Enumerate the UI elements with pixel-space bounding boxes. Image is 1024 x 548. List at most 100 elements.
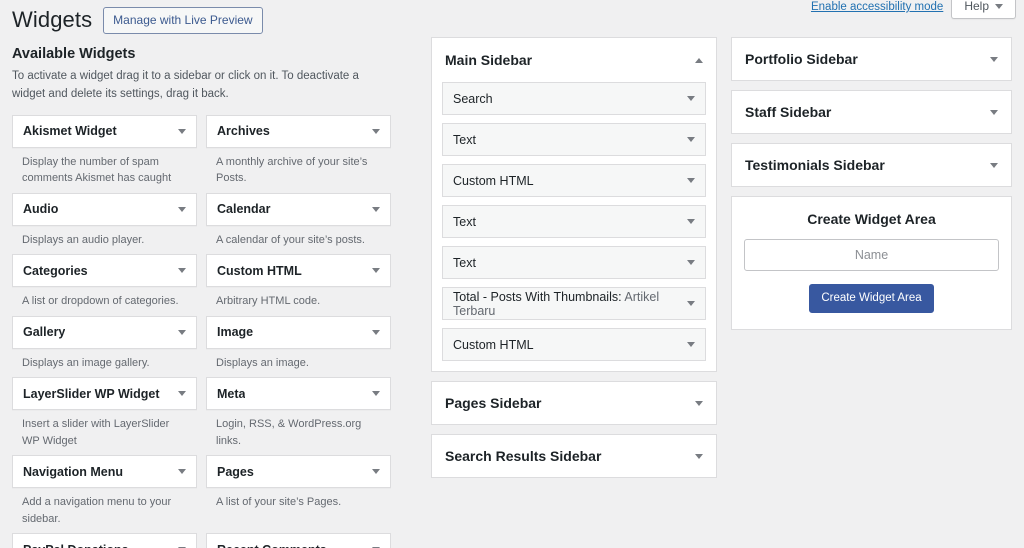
available-widget-cell: Calendar A calendar of your site’s posts. — [206, 192, 391, 249]
sidebar-widget-label: Text — [453, 133, 476, 147]
available-widget-box[interactable]: Custom HTML — [206, 254, 391, 288]
sidebar-panel-title: Staff Sidebar — [745, 104, 832, 120]
available-widget-name: Akismet Widget — [23, 124, 117, 139]
available-widget-name: Navigation Menu — [23, 464, 124, 479]
chevron-down-icon[interactable] — [372, 128, 380, 134]
sidebar-widget-row[interactable]: Custom HTML — [442, 328, 706, 361]
available-widget-box[interactable]: PayPal Donations — [12, 533, 197, 548]
chevron-down-icon[interactable] — [178, 469, 186, 475]
chevron-down-icon[interactable] — [178, 391, 186, 397]
sidebar-panel-header[interactable]: Testimonials Sidebar — [732, 144, 1011, 186]
available-widget-box[interactable]: Calendar — [206, 192, 391, 226]
sidebar-widget-title: Custom HTML — [453, 173, 534, 188]
available-widget-cell: Custom HTML Arbitrary HTML code. — [206, 254, 391, 310]
widget-area-name-input[interactable] — [744, 239, 999, 271]
chevron-down-icon[interactable] — [687, 137, 695, 142]
available-widget-name: Image — [217, 325, 254, 340]
available-widget-box[interactable]: Categories — [12, 254, 197, 288]
widgets-admin-page: Enable accessibility mode Help Widgets M… — [0, 0, 1024, 548]
available-widget-name: PayPal Donations — [23, 543, 129, 548]
available-widget-box[interactable]: Akismet Widget — [12, 114, 197, 148]
help-label: Help — [964, 0, 989, 13]
chevron-down-icon[interactable] — [990, 162, 998, 168]
chevron-down-icon[interactable] — [687, 219, 695, 224]
sidebar-panel-header[interactable]: Main Sidebar — [432, 38, 716, 82]
available-widget-box[interactable]: Gallery — [12, 315, 197, 349]
available-widget-description: A list or dropdown of categories. — [22, 295, 179, 308]
sidebar-widget-title: Custom HTML — [453, 337, 534, 352]
chevron-down-icon[interactable] — [695, 453, 703, 459]
available-widget-description: A monthly archive of your site’s Posts. — [216, 155, 368, 185]
sidebar-panel: Pages Sidebar — [431, 381, 717, 425]
available-widget-cell: Archives A monthly archive of your site’s… — [206, 114, 391, 187]
chevron-down-icon[interactable] — [372, 391, 380, 397]
sidebar-panel-header[interactable]: Pages Sidebar — [432, 382, 716, 424]
available-widget-box[interactable]: Navigation Menu — [12, 455, 197, 489]
available-widget-box[interactable]: Meta — [206, 377, 391, 411]
sidebar-widget-title: Text — [453, 214, 476, 229]
available-widget-box[interactable]: Audio — [12, 192, 197, 226]
sidebar-widget-label: Search — [453, 92, 493, 106]
sidebar-panel-title: Pages Sidebar — [445, 395, 542, 411]
available-widget-description: Displays an image gallery. — [22, 356, 150, 369]
chevron-down-icon[interactable] — [990, 109, 998, 115]
sidebar-panel-header[interactable]: Portfolio Sidebar — [732, 38, 1011, 80]
chevron-up-icon[interactable] — [695, 57, 703, 63]
available-widget-box[interactable]: LayerSlider WP Widget — [12, 377, 197, 411]
sidebar-widget-label: Custom HTML — [453, 338, 534, 352]
chevron-down-icon[interactable] — [687, 96, 695, 101]
sidebar-widget-row[interactable]: Search — [442, 82, 706, 115]
chevron-down-icon[interactable] — [687, 178, 695, 183]
chevron-down-icon[interactable] — [687, 342, 695, 347]
sidebar-widget-label: Text — [453, 256, 476, 270]
available-widget-description: Displays an image. — [216, 356, 309, 369]
sidebar-panel-header[interactable]: Staff Sidebar — [732, 91, 1011, 133]
create-widget-area-button[interactable]: Create Widget Area — [809, 284, 934, 314]
available-widgets-column: Available Widgets To activate a widget d… — [12, 46, 392, 548]
chevron-down-icon[interactable] — [178, 128, 186, 134]
sidebar-panel: Search Results Sidebar — [431, 434, 717, 478]
chevron-down-icon[interactable] — [178, 268, 186, 274]
available-widget-box[interactable]: Image — [206, 315, 391, 349]
available-widget-box[interactable]: Recent Comments — [206, 533, 391, 548]
sidebar-widget-title: Total - Posts With Thumbnails: — [453, 289, 622, 304]
chevron-down-icon[interactable] — [990, 56, 998, 62]
sidebar-widget-row[interactable]: Custom HTML — [442, 164, 706, 197]
sidebar-widget-row[interactable]: Text — [442, 246, 706, 279]
sidebar-widget-row[interactable]: Text — [442, 123, 706, 156]
sidebar-widget-row[interactable]: Text — [442, 205, 706, 238]
chevron-down-icon[interactable] — [372, 329, 380, 335]
available-widget-cell: Akismet Widget Display the number of spam… — [12, 114, 197, 187]
available-widget-cell: Gallery Displays an image gallery. — [12, 315, 197, 372]
chevron-down-icon[interactable] — [687, 260, 695, 265]
available-widget-name: LayerSlider WP Widget — [23, 386, 160, 401]
help-tab-button[interactable]: Help — [951, 0, 1016, 19]
chevron-down-icon[interactable] — [178, 206, 186, 212]
available-widget-box[interactable]: Archives — [206, 114, 391, 148]
chevron-down-icon[interactable] — [687, 301, 695, 306]
create-widget-area-title: Create Widget Area — [807, 211, 936, 227]
chevron-down-icon[interactable] — [178, 329, 186, 335]
manage-with-live-preview-button[interactable]: Manage with Live Preview — [103, 6, 263, 34]
available-widget-cell: LayerSlider WP Widget Insert a slider wit… — [12, 377, 197, 449]
sidebar-widget-label: Custom HTML — [453, 174, 534, 188]
chevron-down-icon[interactable] — [695, 400, 703, 406]
sidebar-panel-title: Search Results Sidebar — [445, 448, 602, 464]
available-widget-box[interactable]: Pages — [206, 455, 391, 489]
chevron-down-icon[interactable] — [372, 268, 380, 274]
available-widget-name: Recent Comments — [217, 543, 327, 548]
sidebar-widget-label: Text — [453, 215, 476, 229]
available-widget-cell: PayPal DonationsPayPal Donation Button — [12, 533, 197, 548]
available-widget-description: Display the number of spam comments Akis… — [22, 155, 172, 185]
chevron-down-icon[interactable] — [372, 206, 380, 212]
available-widget-cell: Categories A list or dropdown of categori… — [12, 254, 197, 310]
sidebar-panel: Staff Sidebar — [731, 90, 1012, 134]
available-widget-description: A calendar of your site’s posts. — [216, 233, 365, 246]
sidebar-panel-body: Search Text Custom HTML Text Text Total - Pos… — [432, 82, 716, 371]
chevron-down-icon[interactable] — [372, 469, 380, 475]
chevron-down-icon — [995, 3, 1003, 9]
sidebar-widget-row[interactable]: Total - Posts With Thumbnails: Artikel T… — [442, 287, 706, 320]
page-title: Widgets — [12, 7, 93, 32]
sidebar-panel-header[interactable]: Search Results Sidebar — [432, 435, 716, 477]
enable-accessibility-mode-link[interactable]: Enable accessibility mode — [811, 0, 943, 20]
